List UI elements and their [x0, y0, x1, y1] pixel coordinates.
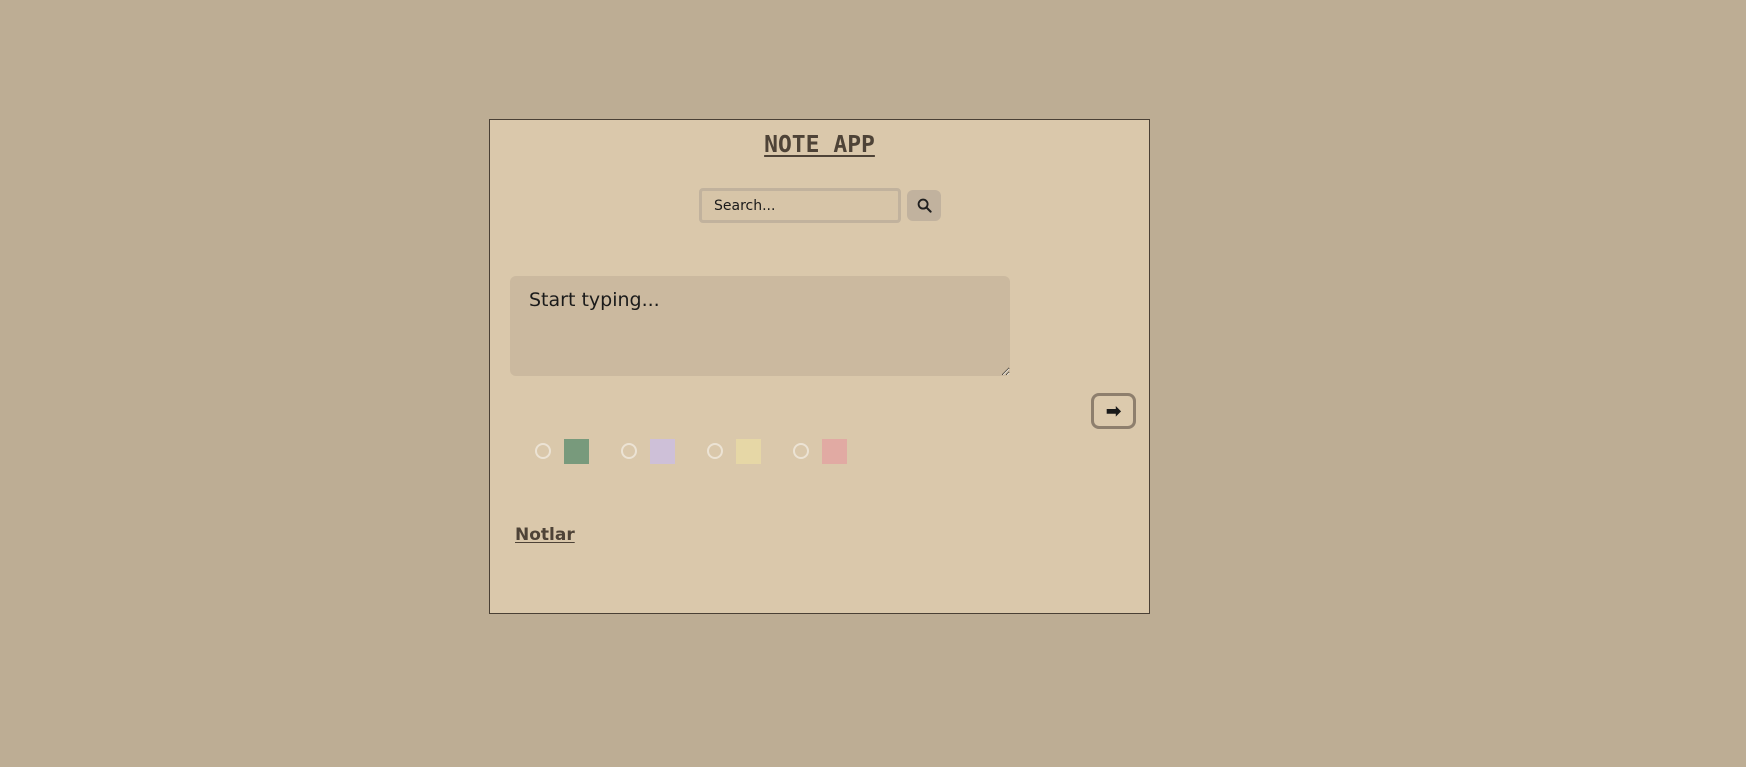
note-app-container: NOTE APP ➡ Notlar: [489, 119, 1150, 614]
app-title: NOTE APP: [764, 132, 875, 158]
notes-heading: Notlar: [515, 525, 575, 545]
color-radio-yellow[interactable]: [707, 443, 723, 459]
note-textarea[interactable]: [510, 276, 1010, 376]
color-radio-pink[interactable]: [793, 443, 809, 459]
color-swatch-yellow: [736, 438, 761, 464]
color-option-green[interactable]: [535, 438, 589, 464]
color-option-lavender[interactable]: [621, 438, 675, 464]
arrow-right-icon: ➡: [1105, 401, 1122, 421]
search-icon: [917, 198, 932, 213]
color-option-pink[interactable]: [793, 438, 847, 464]
search-input[interactable]: [699, 188, 901, 223]
add-note-button[interactable]: ➡: [1091, 393, 1136, 429]
color-swatch-pink: [822, 438, 847, 464]
color-option-yellow[interactable]: [707, 438, 761, 464]
color-radio-green[interactable]: [535, 443, 551, 459]
color-swatch-green: [564, 438, 589, 464]
color-swatch-lavender: [650, 438, 675, 464]
search-button[interactable]: [907, 190, 941, 221]
color-radio-lavender[interactable]: [621, 443, 637, 459]
